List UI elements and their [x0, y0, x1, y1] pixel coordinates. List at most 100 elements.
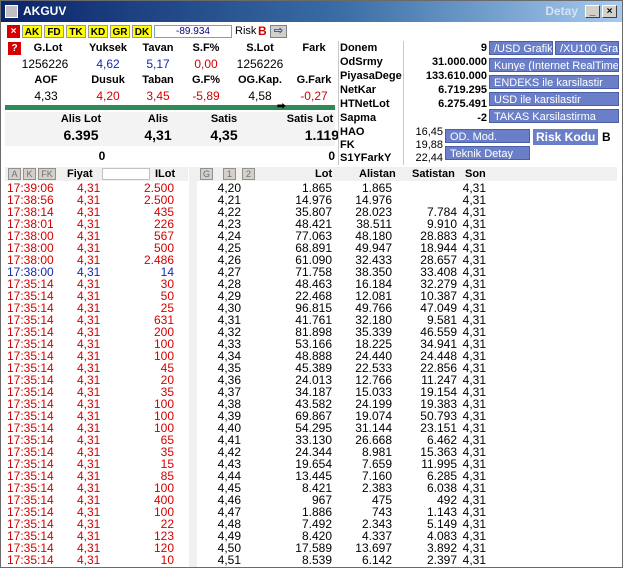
book-alistan: 3.702	[362, 566, 392, 567]
book-row[interactable]: 4,41 33.130 26.668 6.462 4,31	[197, 434, 617, 446]
title-bar[interactable]: AKGUV Detay _ ×	[1, 1, 622, 22]
label-tavan: Tavan	[142, 42, 174, 54]
label-odsrmy: OdSrmy	[340, 56, 383, 68]
tab-fk[interactable]: FK	[38, 168, 56, 180]
trade-price: 4,31	[77, 553, 101, 567]
value-slot: 1256226	[236, 57, 284, 71]
filter-box[interactable]	[102, 168, 150, 180]
book-row[interactable]: 4,43 19.654 7.659 11.995 4,31	[197, 458, 617, 470]
label-glot: G.Lot	[33, 42, 63, 54]
label-ogkap: OG.Kap.	[237, 74, 282, 86]
teknik-detay-button[interactable]: Teknik Detay	[445, 146, 530, 160]
book-row[interactable]: 4,37 34.187 15.033 19.154 4,31	[197, 386, 617, 398]
trade-lot: 10	[160, 553, 174, 567]
book-row[interactable]: 4,36 24.013 12.766 11.247 4,31	[197, 374, 617, 386]
od-mod-button[interactable]: OD. Mod.	[445, 129, 530, 143]
book-row[interactable]: 4,30 96.815 49.766 47.049 4,31	[197, 302, 617, 314]
trade-row[interactable]: 17:35:14 4,31 10	[5, 554, 188, 566]
usd-chart-button[interactable]: /USD Grafik	[489, 41, 553, 55]
book-row[interactable]: 4,33 53.166 18.225 34.941 4,31	[197, 338, 617, 350]
tab-k[interactable]: K	[23, 168, 36, 180]
book-row[interactable]: 4,22 35.807 28.023 7.784 4,31	[197, 206, 617, 218]
value-aof: 4,33	[34, 89, 58, 103]
ak-button[interactable]: AK	[22, 25, 42, 38]
label-gf: G.F%	[191, 74, 221, 86]
book-row[interactable]: 4,44 13.445 7.160 6.285 4,31	[197, 470, 617, 482]
book-price: 4,52	[218, 566, 241, 567]
book-row[interactable]: 4,38 43.582 24.199 19.383 4,31	[197, 398, 617, 410]
minimize-button[interactable]: _	[585, 5, 600, 18]
book-row[interactable]: 4,24 77.063 48.180 28.883 4,31	[197, 230, 617, 242]
risk-kodu-label: Risk Kodu	[533, 129, 599, 145]
book-row[interactable]: 4,20 1.865 1.865 4,31	[197, 182, 617, 194]
book-row[interactable]: 4,31 41.761 32.180 9.581 4,31	[197, 314, 617, 326]
window-title: AKGUV	[23, 4, 67, 18]
book-row[interactable]: 4,42 24.344 8.981 15.363 4,31	[197, 446, 617, 458]
label-yuksek: Yuksek	[89, 42, 127, 54]
book-row[interactable]: 4,28 48.463 16.184 32.279 4,31	[197, 278, 617, 290]
usd-compare-button[interactable]: USD ile karsilastir	[489, 92, 619, 106]
book-row[interactable]: 4,35 45.389 22.533 22.856 4,31	[197, 362, 617, 374]
value-netkar: 6.719.295	[438, 84, 487, 96]
kunye-button[interactable]: Kunye (Internet RealTime)	[489, 58, 619, 72]
book-row[interactable]: 4,32 81.898 35.339 46.559 4,31	[197, 326, 617, 338]
book-lot: 6.349	[302, 566, 332, 567]
book-row[interactable]: 4,47 1.886 743 1.143 4,31	[197, 506, 617, 518]
book-row[interactable]: 4,50 17.589 13.697 3.892 4,31	[197, 542, 617, 554]
book-row[interactable]: 4,51 8.539 6.142 2.397 4,31	[197, 554, 617, 566]
book-row[interactable]: 4,49 8.420 4.337 4.083 4,31	[197, 530, 617, 542]
value-donem: 9	[480, 42, 487, 54]
fd-button[interactable]: FD	[44, 25, 64, 38]
value-alis-total: 0	[98, 149, 106, 163]
value-satis-lot: 1.119	[304, 127, 339, 143]
book-row[interactable]: 4,45 8.421 2.383 6.038 4,31	[197, 482, 617, 494]
header-son: Son	[465, 168, 486, 180]
label-donem: Donem	[340, 42, 378, 54]
book-row[interactable]: 4,34 48.888 24.440 24.448 4,31	[197, 350, 617, 362]
book-row[interactable]: 4,48 7.492 2.343 5.149 4,31	[197, 518, 617, 530]
value-alis-lot: 6.395	[63, 127, 99, 143]
book-row[interactable]: 4,23 48.421 38.511 9.910 4,31	[197, 218, 617, 230]
book-row[interactable]: 4,46 967 475 492 4,31	[197, 494, 617, 506]
label-satis: Satis	[210, 113, 238, 125]
tab-1[interactable]: 1	[223, 168, 236, 180]
book-row[interactable]: 4,52 6.349 3.702 2.647 4,31	[197, 566, 617, 567]
risk-kodu-value: B	[602, 130, 611, 144]
book-row[interactable]: 4,29 22.468 12.081 10.387 4,31	[197, 290, 617, 302]
value-satis: 4,35	[210, 127, 238, 143]
takas-compare-button[interactable]: TAKAS Karsilastirma	[489, 109, 619, 123]
toolbar: × AK FD TK KD GR DK -89.934 Risk B ⇨	[1, 23, 622, 39]
price-range-bar	[5, 105, 335, 110]
label-htnetlot: HTNetLot	[340, 98, 390, 110]
tab-2[interactable]: 2	[242, 168, 255, 180]
change-value: -89.934	[154, 25, 232, 38]
book-row[interactable]: 4,21 14.976 14.976 4,31	[197, 194, 617, 206]
book-row[interactable]: 4,27 71.758 38.350 33.408 4,31	[197, 266, 617, 278]
label-sf: S.F%	[192, 42, 220, 54]
value-glot: 1256226	[21, 57, 69, 71]
trades-header: A K FK Fiyat ILot	[5, 167, 188, 181]
help-icon[interactable]: ?	[8, 42, 21, 55]
stock-detail-window: AKGUV Detay _ × × AK FD TK KD GR DK -89.…	[0, 0, 623, 568]
book-header: G 1 2 Lot Alistan Satistan Son	[197, 167, 617, 181]
gr-button[interactable]: GR	[110, 25, 130, 38]
endeks-compare-button[interactable]: ENDEKS ile karsilastir	[489, 75, 619, 89]
close-button[interactable]: ×	[602, 5, 617, 18]
panel-separator	[189, 167, 197, 567]
book-row[interactable]: 4,26 61.090 32.433 28.657 4,31	[197, 254, 617, 266]
trades-list[interactable]: 17:39:06 4,31 2.500 17:38:56 4,31 2.500 17:38:…	[5, 181, 188, 567]
arrow-right-icon[interactable]: ⇨	[270, 25, 287, 38]
value-odsrmy: 31.000.000	[431, 56, 487, 68]
xu100-chart-button[interactable]: /XU100 Grafik	[555, 41, 619, 55]
book-row[interactable]: 4,39 69.867 19.074 50.793 4,31	[197, 410, 617, 422]
tk-button[interactable]: TK	[66, 25, 86, 38]
book-row[interactable]: 4,40 54.295 31.144 23.151 4,31	[197, 422, 617, 434]
header-satistan: Satistan	[412, 168, 455, 180]
dk-button[interactable]: DK	[132, 25, 152, 38]
order-book[interactable]: 4,20 1.865 1.865 4,31 4,21 14.976 14.976 4,31 4,…	[197, 181, 617, 567]
book-row[interactable]: 4,25 68.891 49.947 18.944 4,31	[197, 242, 617, 254]
tab-a[interactable]: A	[8, 168, 21, 180]
tab-g[interactable]: G	[200, 168, 213, 180]
close-icon[interactable]: ×	[7, 25, 20, 38]
kd-button[interactable]: KD	[88, 25, 108, 38]
